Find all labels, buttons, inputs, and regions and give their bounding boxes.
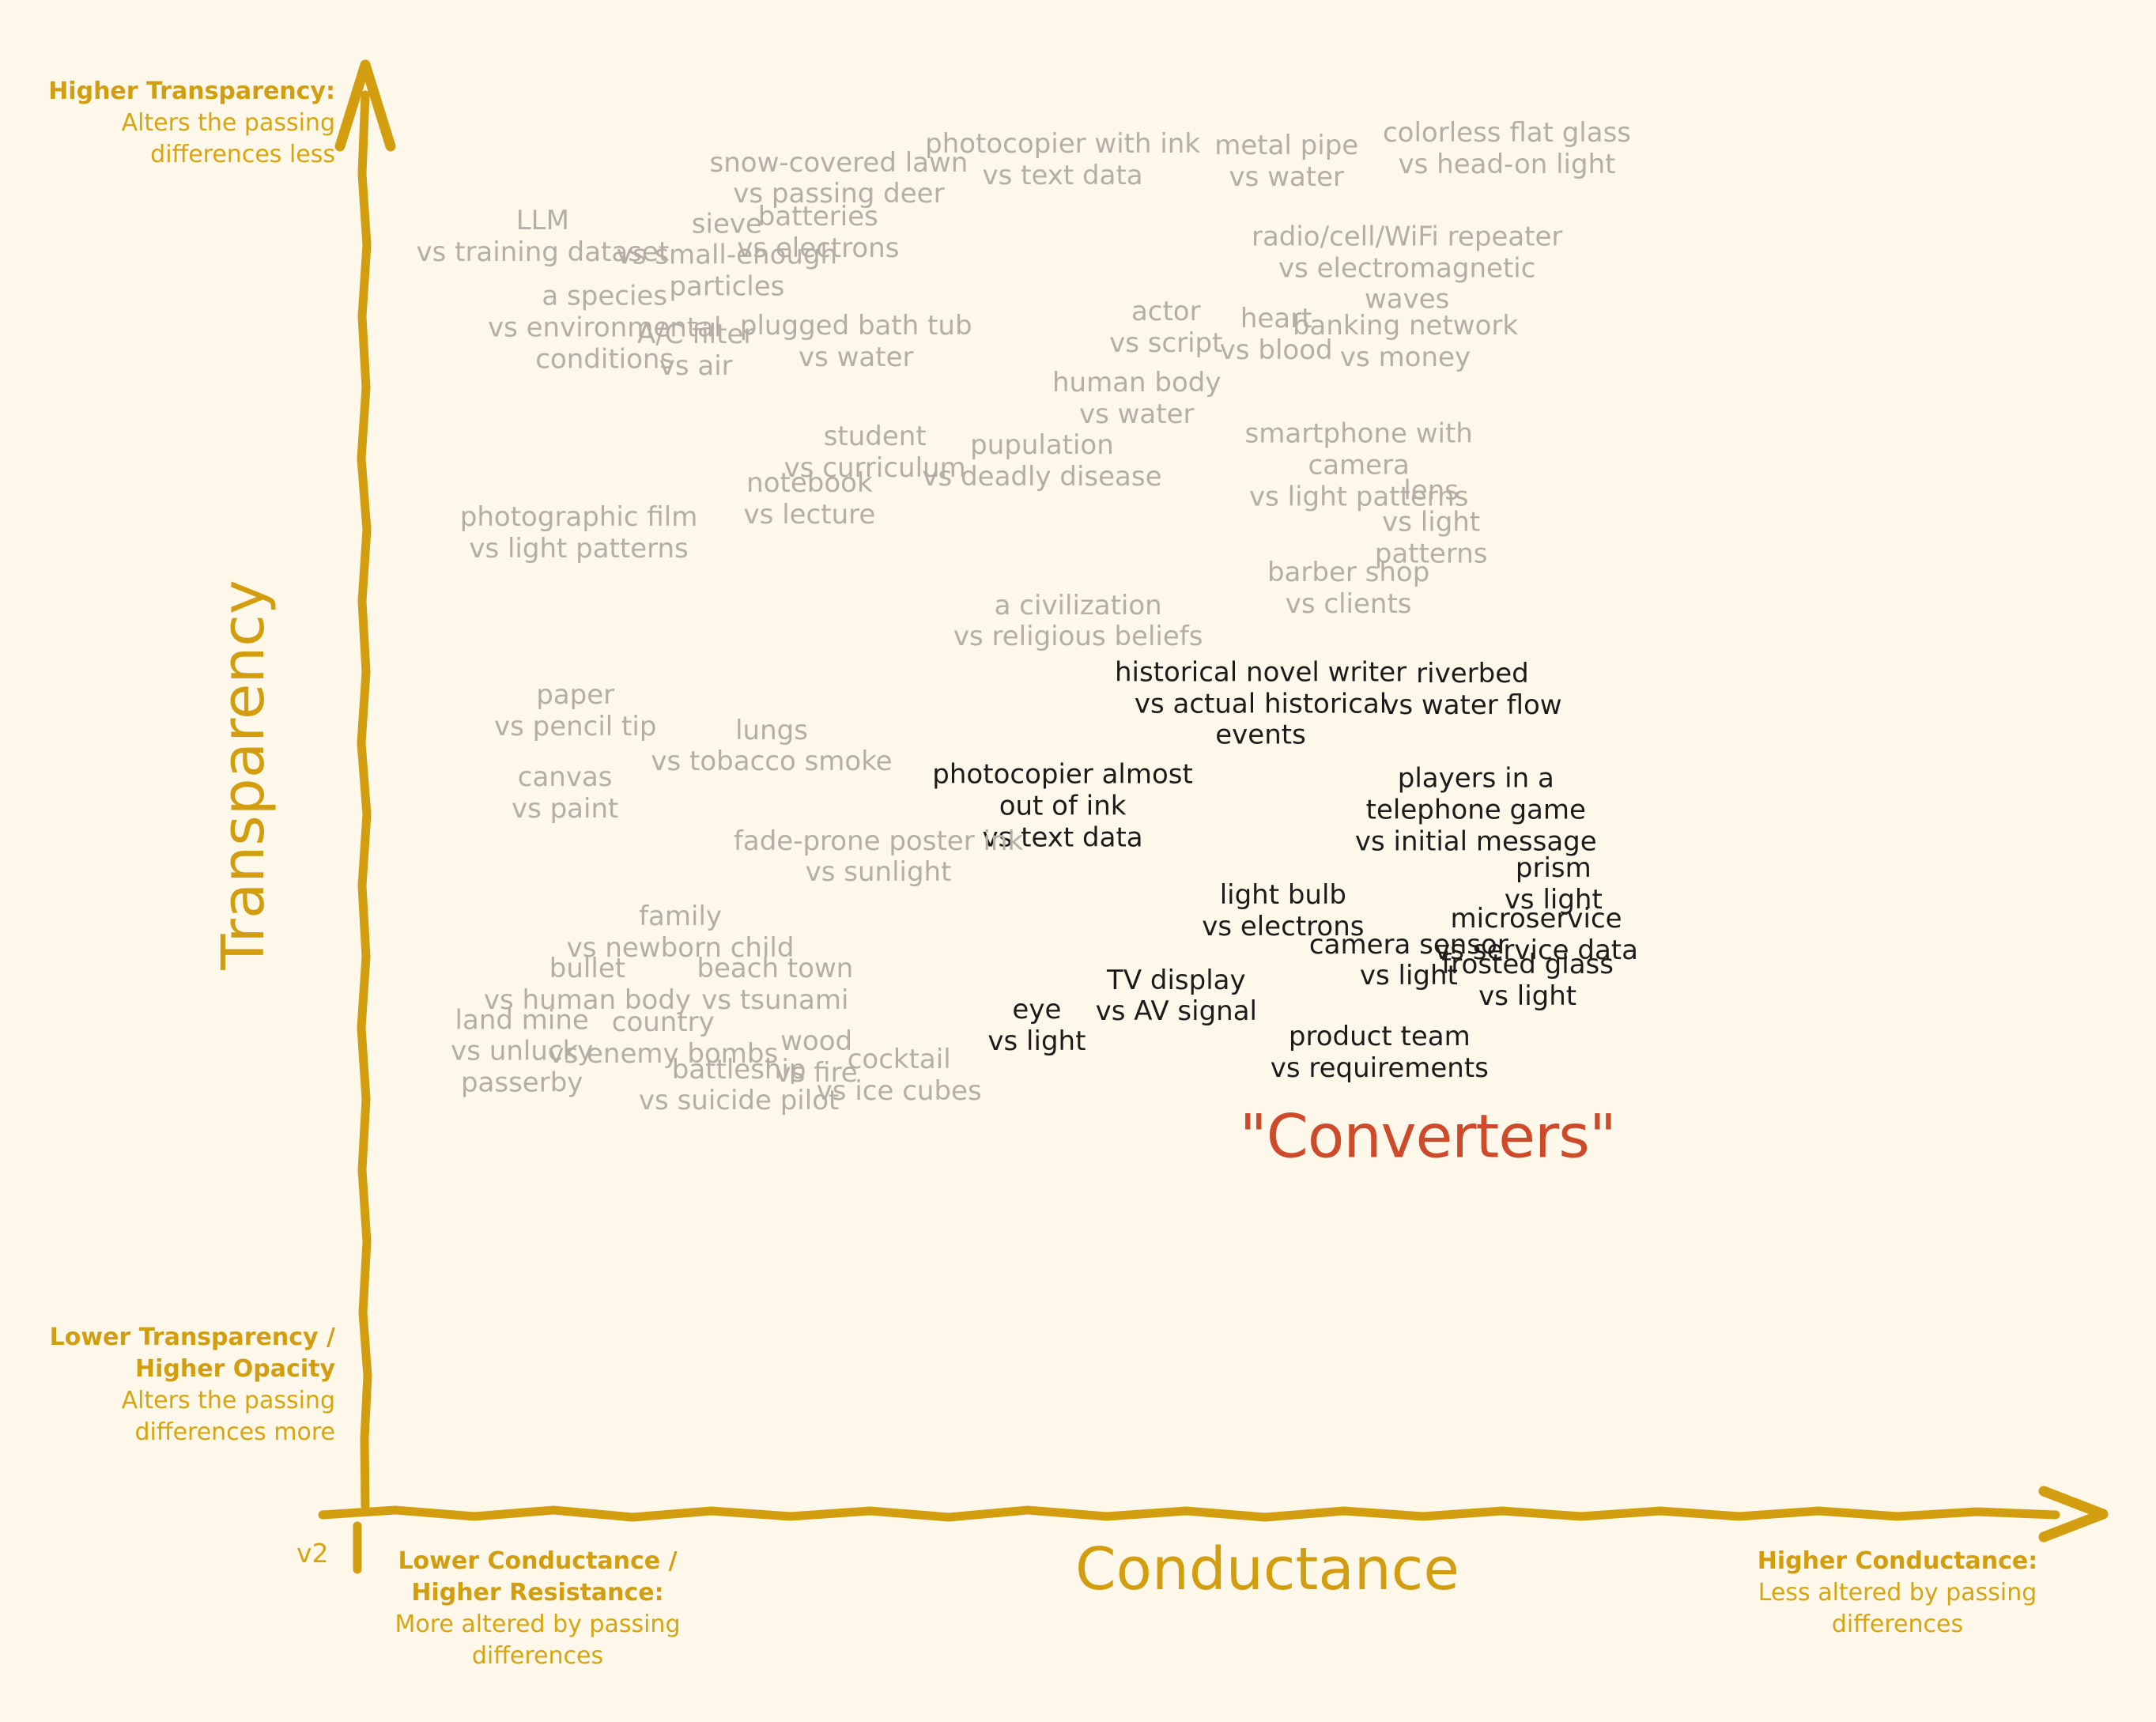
scatter-point-label: barber shop vs clients bbox=[1267, 557, 1430, 621]
scatter-point-label: TV display vs AV signal bbox=[1095, 964, 1258, 1028]
chart-annotation: "Converters" bbox=[1239, 1101, 1617, 1172]
bottom-left-caption-subtitle: Alters the passing differences more bbox=[121, 1386, 335, 1446]
scatter-point-label: historical novel writer vs actual histor… bbox=[1114, 656, 1407, 751]
scatter-point-label: riverbed vs water flow bbox=[1383, 658, 1562, 721]
scatter-point-label: fade-prone poster ink vs sunlight bbox=[733, 825, 1024, 889]
y-axis-title: Transparency bbox=[210, 580, 278, 970]
y-axis-arrowhead bbox=[334, 59, 396, 152]
scatter-point-label: lens vs light patterns bbox=[1374, 474, 1488, 569]
x-axis-high-subtitle: Less altered by passing differences bbox=[1758, 1578, 2037, 1638]
x-axis-title: Conductance bbox=[1075, 1535, 1459, 1603]
y-axis-line bbox=[357, 90, 372, 1511]
scatter-point-label: battleship vs suicide pilot bbox=[638, 1053, 840, 1117]
bottom-left-caption-heading: Lower Transparency / Higher Opacity bbox=[49, 1324, 335, 1383]
scatter-point-label: banking network vs money bbox=[1292, 310, 1519, 374]
scatter-point-label: colorless flat glass vs head-on light bbox=[1382, 117, 1632, 180]
scatter-point-label: actor vs script bbox=[1109, 296, 1223, 360]
version-tag: v2 bbox=[296, 1538, 329, 1569]
top-left-caption-subtitle: Alters the passing differences less bbox=[121, 108, 335, 168]
scatter-point-label: photocopier with ink vs text data bbox=[925, 128, 1201, 192]
scatter-point-label: radio/cell/WiFi repeater vs electromagne… bbox=[1251, 221, 1563, 315]
scatter-point-label: notebook vs lecture bbox=[743, 467, 876, 531]
scatter-point-label: photographic film vs light patterns bbox=[459, 501, 698, 565]
scatter-point-label: plugged bath tub vs water bbox=[739, 310, 972, 374]
scatter-point-label: metal pipe vs water bbox=[1214, 130, 1359, 194]
scatter-point-label: eye vs light bbox=[987, 994, 1086, 1058]
scatter-point-label: A/C filter vs air bbox=[636, 319, 755, 382]
x-axis-low-subtitle: More altered by passing differences bbox=[395, 1610, 681, 1670]
axes-graphic bbox=[318, 59, 2109, 1574]
scatter-point-label: cocktail vs ice cubes bbox=[816, 1044, 982, 1108]
scatter-point-label: paper vs pencil tip bbox=[493, 679, 657, 742]
scatter-point-label: a civilization vs religious beliefs bbox=[953, 589, 1203, 653]
x-axis-low-heading: Lower Conductance / Higher Resistance: bbox=[398, 1547, 678, 1607]
x-axis-arrowhead bbox=[2038, 1486, 2109, 1543]
bottom-left-caption: Lower Transparency / Higher Opacity Alte… bbox=[35, 1322, 335, 1448]
x-axis-high-caption: Higher Conductance: Less altered by pass… bbox=[1724, 1546, 2071, 1641]
x-axis-low-caption: Lower Conductance / Higher Resistance: M… bbox=[379, 1546, 696, 1672]
scatter-point-label: players in a telephone game vs initial m… bbox=[1354, 762, 1597, 858]
scatter-point-label: pupulation vs deadly disease bbox=[922, 429, 1162, 493]
diagram-canvas: Transparency Conductance Higher Transpar… bbox=[0, 0, 2156, 1722]
top-left-caption: Higher Transparency: Alters the passing … bbox=[35, 76, 335, 171]
top-left-caption-heading: Higher Transparency: bbox=[48, 77, 335, 105]
scatter-point-label: batteries vs electrons bbox=[737, 201, 900, 264]
scatter-point-label: frosted glass vs light bbox=[1441, 949, 1614, 1012]
scatter-point-label: lungs vs tobacco smoke bbox=[651, 714, 893, 778]
x-axis-high-heading: Higher Conductance: bbox=[1757, 1547, 2038, 1575]
x-axis-line bbox=[318, 1505, 2060, 1522]
scatter-point-label: product team vs requirements bbox=[1270, 1021, 1489, 1085]
scatter-point-label: canvas vs paint bbox=[511, 761, 619, 825]
scatter-point-label: human body vs water bbox=[1052, 367, 1221, 430]
